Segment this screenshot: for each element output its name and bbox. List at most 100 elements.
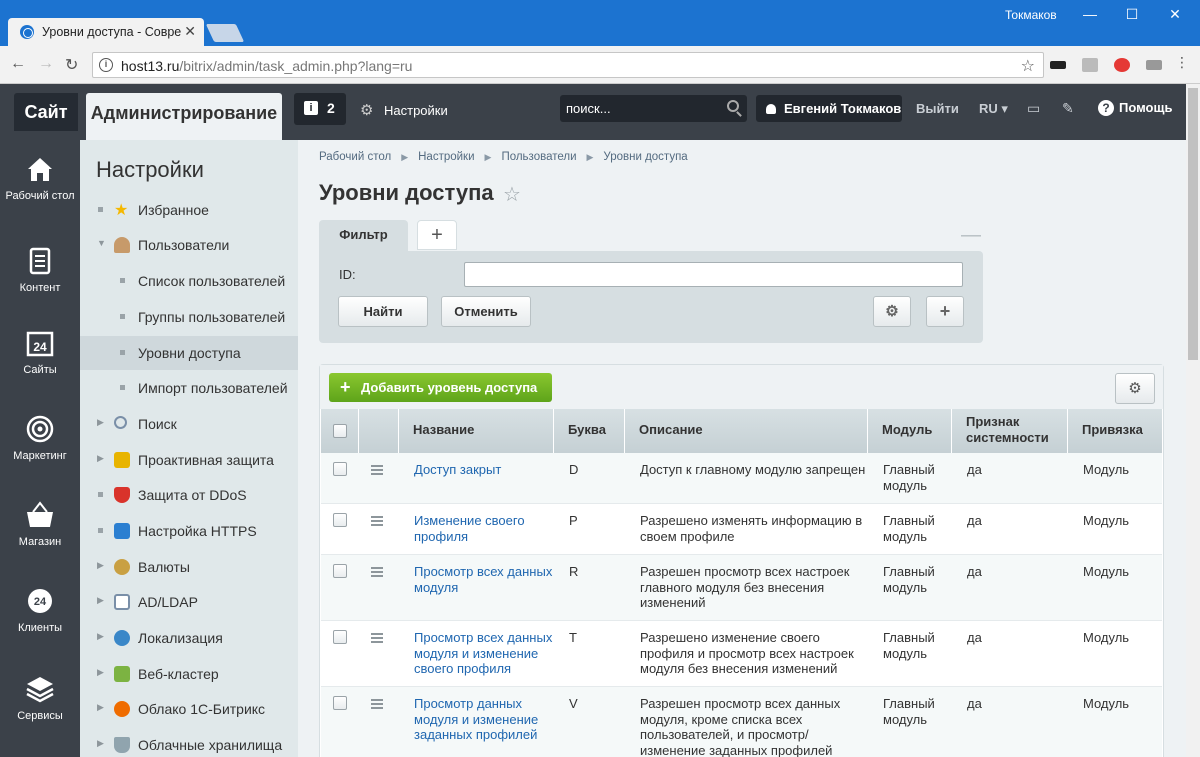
favorite-star-icon[interactable]: ☆ <box>503 182 521 207</box>
window-icon[interactable]: ▭ <box>1027 100 1040 117</box>
new-tab-button[interactable] <box>205 24 245 42</box>
chevron-right-icon[interactable]: ▶ <box>97 453 104 464</box>
row-name[interactable]: Изменение своего профиля <box>414 513 554 544</box>
forward-button[interactable]: → <box>38 55 54 73</box>
menu-item-favorites[interactable]: ★ Избранное <box>80 193 298 227</box>
chevron-right-icon[interactable]: ▶ <box>97 738 104 749</box>
close-window-button[interactable]: ✕ <box>1165 6 1185 23</box>
site-button[interactable]: Сайт <box>14 93 78 131</box>
column-name[interactable]: Название <box>399 409 554 453</box>
browser-menu-icon[interactable]: ⋮ <box>1175 54 1189 70</box>
row-menu-icon[interactable] <box>371 567 383 579</box>
menu-item-https[interactable]: Настройка HTTPS <box>80 514 298 548</box>
menu-item-users[interactable]: ▼ Пользователи <box>80 228 298 262</box>
admin-tab[interactable]: Администрирование <box>86 93 282 140</box>
info-icon[interactable]: i <box>99 58 113 72</box>
back-button[interactable]: ← <box>10 55 26 73</box>
reload-button[interactable]: ↻ <box>65 55 78 75</box>
menu-item-user-import[interactable]: Импорт пользователей <box>80 371 298 405</box>
nav-shop[interactable]: Магазин <box>0 500 80 549</box>
breadcrumb-item[interactable]: Настройки <box>418 151 474 163</box>
row-checkbox[interactable] <box>333 696 347 710</box>
filter-tab[interactable]: Фильтр <box>319 220 408 252</box>
menu-item-access-levels[interactable]: Уровни доступа <box>80 336 298 370</box>
menu-item-ddos[interactable]: Защита от DDoS <box>80 478 298 512</box>
row-name[interactable]: Просмотр всех данных модуля и изменение … <box>414 630 559 677</box>
column-module[interactable]: Модуль <box>868 409 952 453</box>
cast-extension-icon[interactable] <box>1146 60 1162 70</box>
chevron-right-icon[interactable]: ▶ <box>97 417 104 428</box>
help-link[interactable]: ? Помощь <box>1098 100 1172 116</box>
menu-item-currencies[interactable]: ▶ Валюты <box>80 550 298 584</box>
add-access-level-button[interactable]: + Добавить уровень доступа <box>329 373 552 402</box>
language-selector[interactable]: RU ▾ <box>979 101 1008 117</box>
search-icon[interactable] <box>727 100 739 112</box>
chevron-down-icon[interactable]: ▼ <box>97 238 106 248</box>
cancel-button[interactable]: Отменить <box>441 296 531 327</box>
chevron-right-icon[interactable]: ▶ <box>97 595 104 606</box>
row-checkbox[interactable] <box>333 513 347 527</box>
breadcrumb-item[interactable]: Рабочий стол <box>319 151 391 163</box>
nav-desktop[interactable]: Рабочий стол <box>0 154 80 203</box>
nav-marketing[interactable]: Маркетинг <box>0 414 80 463</box>
logout-link[interactable]: Выйти <box>916 101 959 116</box>
menu-item-search[interactable]: ▶ Поиск <box>80 407 298 441</box>
menu-item-user-list[interactable]: Список пользователей <box>80 264 298 298</box>
table-row[interactable]: Просмотр данных модуля и изменение задан… <box>321 687 1162 757</box>
nav-sites[interactable]: 24 Сайты <box>0 328 80 377</box>
row-name[interactable]: Просмотр данных модуля и изменение задан… <box>414 696 554 743</box>
id-filter-input[interactable] <box>464 262 963 287</box>
column-letter[interactable]: Буква <box>554 409 625 453</box>
nav-services[interactable]: Сервисы <box>0 674 80 723</box>
add-filter-field-button[interactable]: + <box>926 296 964 327</box>
menu-item-webcluster[interactable]: ▶ Веб-кластер <box>80 657 298 691</box>
notifications-button[interactable]: i 2 <box>294 93 346 125</box>
filter-settings-gear-icon[interactable]: ⚙ <box>873 296 911 327</box>
nav-content[interactable]: Контент <box>0 246 80 295</box>
breadcrumb-item[interactable]: Уровни доступа <box>603 151 687 163</box>
minimize-filter-icon[interactable]: — <box>961 224 981 247</box>
browser-tab[interactable]: Уровни доступа - Совре ✕ <box>8 18 204 46</box>
close-icon[interactable]: ✕ <box>184 23 196 40</box>
breadcrumb-item[interactable]: Пользователи <box>501 151 576 163</box>
maximize-button[interactable]: ☐ <box>1122 6 1142 23</box>
row-menu-icon[interactable] <box>371 516 383 528</box>
row-checkbox[interactable] <box>333 564 347 578</box>
menu-item-ldap[interactable]: ▶ AD/LDAP <box>80 585 298 619</box>
list-settings-gear-icon[interactable]: ⚙ <box>1115 373 1155 404</box>
row-name[interactable]: Доступ закрыт <box>414 462 554 478</box>
scrollbar-thumb[interactable] <box>1188 88 1198 360</box>
minimize-button[interactable]: — <box>1080 6 1100 22</box>
table-row[interactable]: Изменение своего профиля P Разрешено изм… <box>321 504 1162 555</box>
chevron-right-icon[interactable]: ▶ <box>97 560 104 571</box>
adblock-extension-icon[interactable] <box>1114 58 1130 72</box>
add-filter-tab-button[interactable]: + <box>417 220 457 250</box>
menu-item-user-groups[interactable]: Группы пользователей <box>80 300 298 334</box>
address-bar[interactable]: i host13.ru/bitrix/admin/task_admin.php?… <box>92 52 1044 78</box>
extension-icon[interactable] <box>1082 58 1098 72</box>
search-input[interactable] <box>566 99 716 117</box>
nav-clients[interactable]: 24 Клиенты <box>0 586 80 635</box>
row-menu-icon[interactable] <box>371 699 383 711</box>
select-all-checkbox[interactable] <box>333 424 347 438</box>
page-scrollbar[interactable] <box>1186 84 1200 757</box>
table-row[interactable]: Доступ закрыт D Доступ к главному модулю… <box>321 453 1162 504</box>
column-system[interactable]: Признак системности <box>952 409 1068 453</box>
menu-item-proactive[interactable]: ▶ Проактивная защита <box>80 443 298 477</box>
user-button[interactable]: Евгений Токмаков <box>756 95 902 122</box>
settings-link[interactable]: ⚙ Настройки <box>360 101 448 119</box>
pin-icon[interactable]: ✎ <box>1062 100 1074 117</box>
row-name[interactable]: Просмотр всех данных модуля <box>414 564 559 595</box>
menu-item-cloud-storage[interactable]: ▶ Облачные хранилища <box>80 728 298 757</box>
menu-item-localization[interactable]: ▶ Локализация <box>80 621 298 655</box>
bookmark-star-icon[interactable]: ☆ <box>1021 56 1035 76</box>
row-checkbox[interactable] <box>333 462 347 476</box>
row-menu-icon[interactable] <box>371 465 383 477</box>
mask-extension-icon[interactable] <box>1050 61 1066 69</box>
row-menu-icon[interactable] <box>371 633 383 645</box>
menu-item-bitrix-cloud[interactable]: ▶ Облако 1С-Битрикс <box>80 692 298 726</box>
column-description[interactable]: Описание <box>625 409 868 453</box>
row-checkbox[interactable] <box>333 630 347 644</box>
table-row[interactable]: Просмотр всех данных модуля R Разрешен п… <box>321 555 1162 621</box>
table-row[interactable]: Просмотр всех данных модуля и изменение … <box>321 621 1162 687</box>
